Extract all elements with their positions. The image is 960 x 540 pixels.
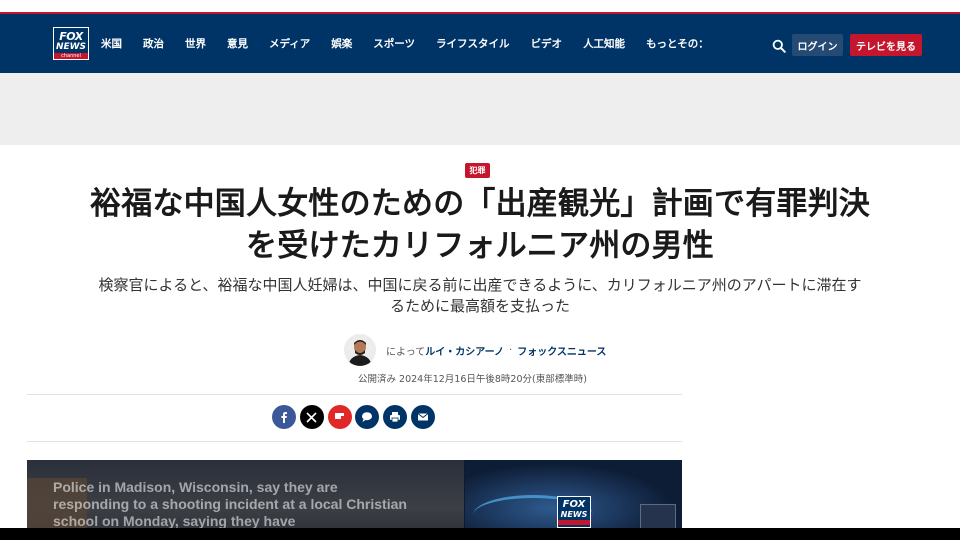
nav-item-media[interactable]: メディア — [269, 36, 310, 51]
video-logo-line1: FOX — [562, 499, 586, 510]
login-button[interactable]: ログイン — [792, 34, 843, 56]
category-badge[interactable]: 犯罪 — [465, 163, 490, 178]
comment-icon[interactable] — [355, 405, 380, 429]
nav-item-politics[interactable]: 政治 — [143, 36, 164, 51]
video-logo-band — [558, 520, 590, 525]
email-icon[interactable] — [410, 405, 435, 429]
nav-item-opinion[interactable]: 意見 — [227, 36, 248, 51]
facebook-icon[interactable] — [272, 405, 296, 429]
fox-news-logo[interactable]: FOX NEWS channel — [53, 27, 89, 60]
byline-prefix: によって — [386, 346, 426, 358]
divider-bottom — [27, 441, 682, 442]
logo-line1: FOX — [59, 30, 83, 43]
video-logo-line2: NEWS — [560, 510, 588, 519]
site-header: FOX NEWS channel 米国 政治 世界 意見 メディア 娯楽 スポー… — [0, 14, 960, 73]
byline: によって ルイ・カシアーノ · フォックスニュース — [344, 334, 606, 366]
watch-tv-button[interactable]: テレビを見る — [850, 34, 922, 56]
byline-separator: · — [509, 344, 513, 356]
search-icon[interactable] — [772, 38, 786, 53]
video-fox-news-logo: FOX NEWS — [557, 496, 591, 528]
logo-line3: channel — [54, 53, 88, 59]
nav-item-more[interactable]: もっとその： — [646, 36, 709, 51]
nav-item-us[interactable]: 米国 — [101, 36, 122, 51]
nav-item-entertainment[interactable]: 娯楽 — [331, 36, 352, 51]
main-nav: 米国 政治 世界 意見 メディア 娯楽 スポーツ ライフスタイル ビデオ 人工知… — [101, 14, 730, 73]
logo-line2: NEWS — [55, 42, 87, 52]
published-timestamp: 公開済み 2024年12月16日午後8時20分(東部標準時) — [358, 374, 587, 385]
print-icon[interactable] — [383, 405, 408, 429]
author-avatar[interactable] — [344, 334, 376, 366]
share-bar — [272, 405, 439, 429]
nav-item-video[interactable]: ビデオ — [531, 36, 563, 51]
video-caption: Police in Madison, Wisconsin, say they a… — [53, 479, 407, 529]
article-subheadline: 検察官によると、裕福な中国人妊婦は、中国に戻る前に出産できるように、カリフォルニ… — [30, 275, 930, 317]
nav-item-lifestyle[interactable]: ライフスタイル — [436, 36, 510, 51]
bottom-bar — [0, 528, 960, 540]
article-headline: 裕福な中国人女性のための「出産観光」計画で有罪判決 を受けたカリフォルニア州の男… — [30, 183, 930, 267]
ad-placeholder — [0, 73, 960, 145]
nav-item-world[interactable]: 世界 — [185, 36, 206, 51]
x-icon[interactable] — [299, 405, 324, 429]
organization-link[interactable]: フォックスニュース — [517, 343, 606, 358]
studio-screen-shape — [640, 504, 676, 530]
headline-line-1: 裕福な中国人女性のための「出産観光」計画で有罪判決 — [90, 186, 870, 222]
nav-item-ai[interactable]: 人工知能 — [583, 36, 625, 51]
subhead-line-1: 検察官によると、裕福な中国人妊婦は、中国に戻る前に出産できるように、カリフォルニ… — [98, 276, 862, 294]
subhead-line-2: るために最高額を支払った — [389, 297, 570, 315]
headline-line-2: を受けたカリフォルニア州の男性 — [246, 228, 714, 264]
flipboard-icon[interactable] — [327, 405, 352, 429]
nav-item-sports[interactable]: スポーツ — [373, 36, 415, 51]
divider-top — [27, 394, 682, 395]
author-name-link[interactable]: ルイ・カシアーノ — [425, 343, 504, 358]
